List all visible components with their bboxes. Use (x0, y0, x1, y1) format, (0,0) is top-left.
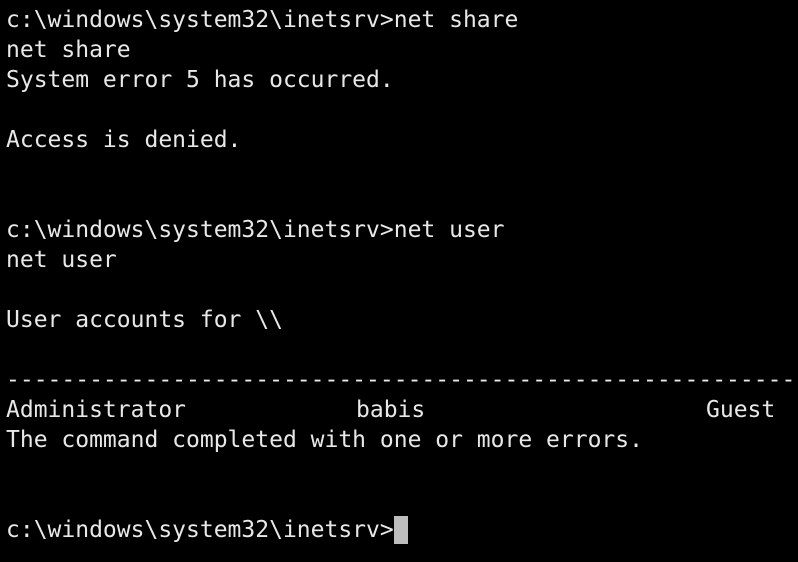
text-cursor (393, 516, 408, 544)
access-denied-message: Access is denied. (6, 127, 242, 153)
account-babis: babis (356, 397, 426, 423)
user-accounts-header: User accounts for \\ (6, 307, 283, 333)
current-prompt-line[interactable]: c:\windows\system32\inetsrv> (6, 515, 408, 545)
command-echo-net-user: net user (6, 247, 117, 273)
output-separator: ----------------------------------------… (6, 367, 798, 393)
account-guest: Guest (706, 397, 776, 423)
system-error-message: System error 5 has occurred. (6, 67, 394, 93)
account-administrator: Administrator (6, 397, 187, 423)
terminal-window[interactable]: c:\windows\system32\inetsrv>net share ne… (0, 0, 798, 562)
command-line-net-user: c:\windows\system32\inetsrv>net user (6, 217, 505, 243)
current-prompt: c:\windows\system32\inetsrv> (6, 517, 394, 543)
command-completed-message: The command completed with one or more e… (6, 427, 643, 453)
command-line-net-share: c:\windows\system32\inetsrv>net share (6, 7, 519, 33)
command-echo-net-share: net share (6, 37, 131, 63)
